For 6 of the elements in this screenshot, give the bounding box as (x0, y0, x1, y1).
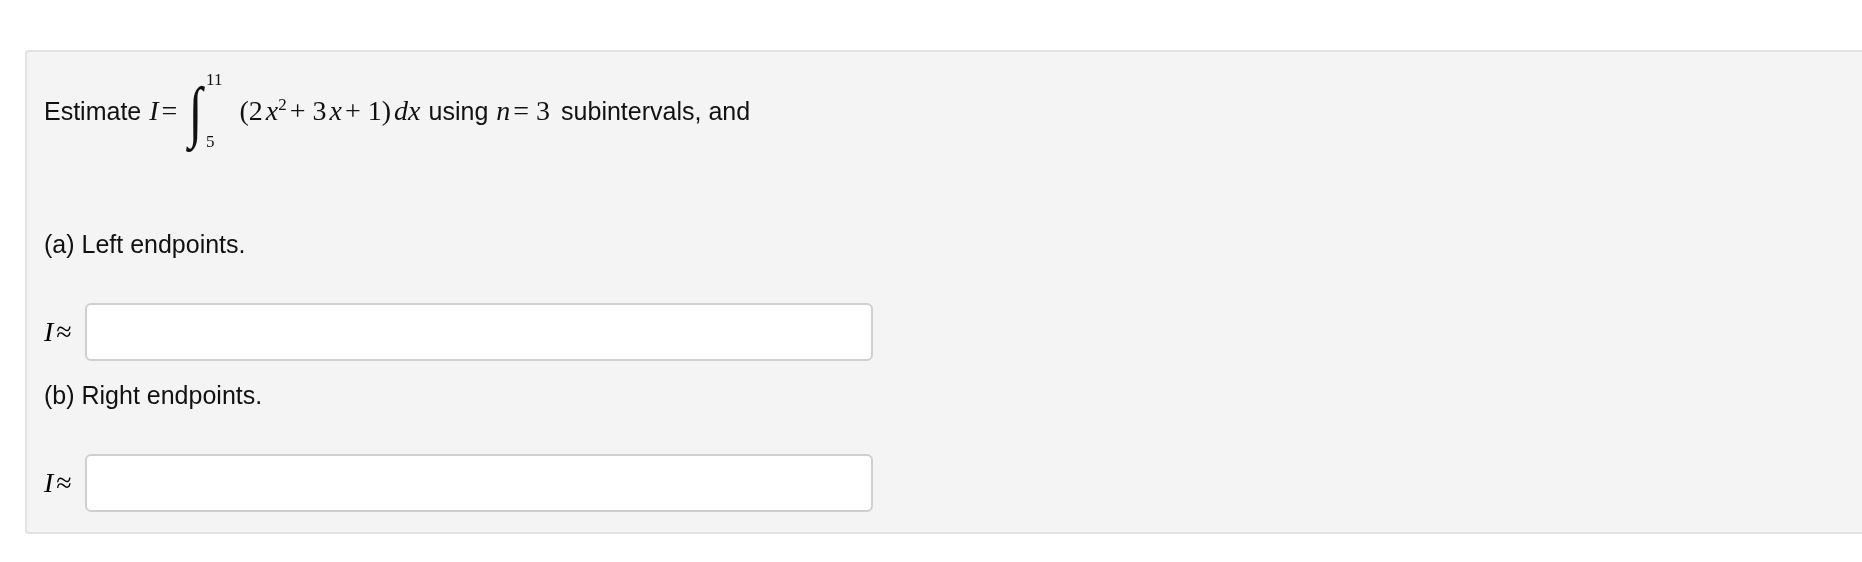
part-label: (b) Right endpoints. (44, 381, 264, 410)
part-label: (a) Left endpoints. (44, 230, 247, 259)
approx-label: I≈ (44, 467, 73, 499)
answer-field[interactable] (84, 454, 873, 512)
approx-label: I≈ (44, 316, 73, 348)
answer-field[interactable] (84, 303, 873, 361)
